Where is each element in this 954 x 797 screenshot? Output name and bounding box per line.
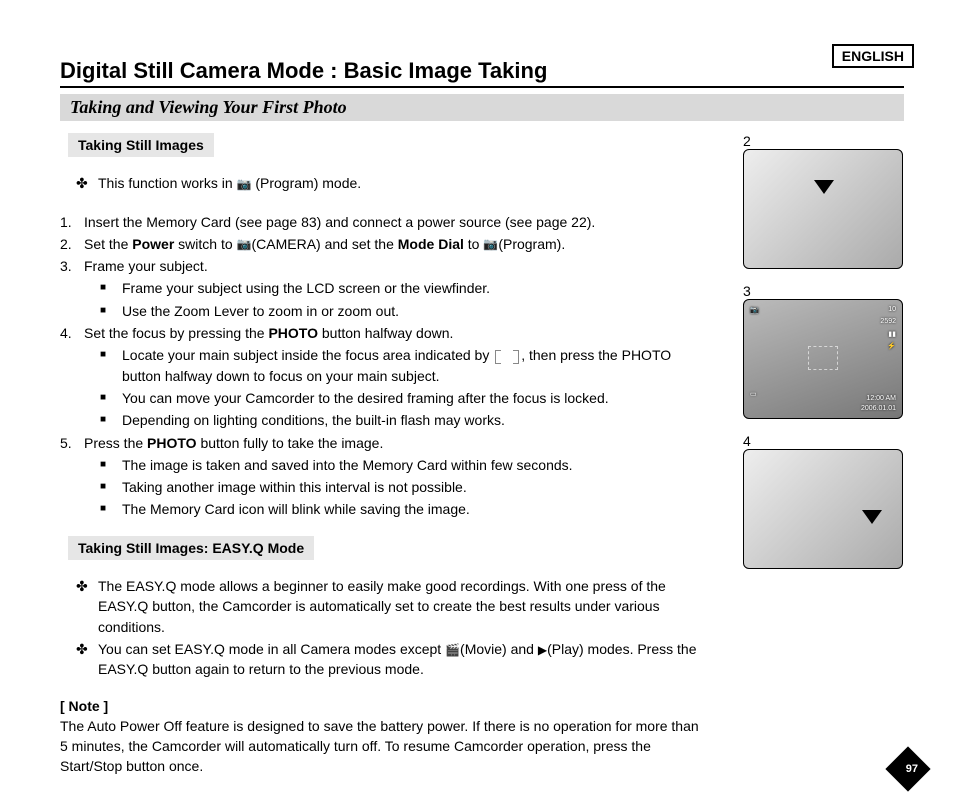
step-4-sub2: You can move your Camcorder to the desir… <box>122 388 709 408</box>
step-2-text: Set the Power switch to 📷(CAMERA) and se… <box>84 234 709 254</box>
step-3-sub1: Frame your subject using the LCD screen … <box>122 278 709 298</box>
note-heading: [ Note ] <box>60 696 709 716</box>
body-text-column: Taking Still Images ✤ This function work… <box>60 133 709 777</box>
movie-icon: 🎬 <box>445 642 460 659</box>
page-title: Digital Still Camera Mode : Basic Image … <box>60 58 904 84</box>
square-bullet-icon: ■ <box>100 499 122 519</box>
language-label: ENGLISH <box>832 44 914 68</box>
note-body: The Auto Power Off feature is designed t… <box>60 716 709 777</box>
figure-2-camera-top <box>743 149 903 269</box>
step-number: 1. <box>60 212 84 232</box>
easyq-text-1: The EASY.Q mode allows a beginner to eas… <box>98 576 709 637</box>
figure-callout-4: 4 <box>743 433 904 449</box>
step-5-text: Press the PHOTO button fully to take the… <box>84 433 709 453</box>
easyq-text-2: You can set EASY.Q mode in all Camera mo… <box>98 639 709 680</box>
camera-icon: 📷 <box>237 176 252 193</box>
play-icon: ▶ <box>538 642 547 659</box>
osd-date: 2006.01.01 <box>861 405 896 412</box>
osd-battery-icon: ▮▮ <box>888 330 896 338</box>
square-bullet-icon: ■ <box>100 345 122 386</box>
diamond-bullet-icon: ✤ <box>76 173 98 193</box>
osd-shots-remaining: 10 <box>888 306 896 313</box>
step-4-sub1: Locate your main subject inside the focu… <box>122 345 709 386</box>
osd-card-icon: ▭ <box>750 390 757 398</box>
step-3-sub2: Use the Zoom Lever to zoom in or zoom ou… <box>122 301 709 321</box>
osd-flash-icon: ⚡ <box>887 342 896 350</box>
diamond-bullet-icon: ✤ <box>76 576 98 637</box>
osd-time: 12:00 AM <box>866 395 896 402</box>
section-label-2: Taking Still Images: EASY.Q Mode <box>68 536 314 560</box>
focus-bracket-icon <box>495 350 519 364</box>
osd-camera-icon: 📷 <box>750 306 759 314</box>
osd-resolution: 2592 <box>880 318 896 325</box>
section-label-1: Taking Still Images <box>68 133 214 157</box>
step-1-text: Insert the Memory Card (see page 83) and… <box>84 212 709 232</box>
camera-icon: 📷 <box>483 236 498 253</box>
intro-text: This function works in 📷 (Program) mode. <box>98 173 709 193</box>
arrow-down-icon <box>814 180 834 194</box>
arrow-down-icon <box>862 510 882 524</box>
step-3-text: Frame your subject. <box>84 256 709 276</box>
square-bullet-icon: ■ <box>100 278 122 298</box>
step-5-sub3: The Memory Card icon will blink while sa… <box>122 499 709 519</box>
step-4-sub3: Depending on lighting conditions, the bu… <box>122 410 709 430</box>
figure-callout-3: 3 <box>743 283 904 299</box>
step-number: 3. <box>60 256 84 276</box>
step-number: 4. <box>60 323 84 343</box>
focus-area-indicator <box>808 346 838 370</box>
camera-icon: 📷 <box>237 236 252 253</box>
subtitle-bar: Taking and Viewing Your First Photo <box>60 94 904 121</box>
figures-column: 2 3 📷 10 2592 ▮▮ ⚡ ▭ 12:00 AM 2006.01.01 <box>729 133 904 777</box>
step-5-sub2: Taking another image within this interva… <box>122 477 709 497</box>
page-number: 97 <box>906 763 918 775</box>
diamond-bullet-icon: ✤ <box>76 639 98 680</box>
figure-3-lcd-preview: 📷 10 2592 ▮▮ ⚡ ▭ 12:00 AM 2006.01.01 <box>743 299 903 419</box>
square-bullet-icon: ■ <box>100 388 122 408</box>
figure-4-camera-top <box>743 449 903 569</box>
square-bullet-icon: ■ <box>100 477 122 497</box>
title-rule <box>60 86 904 88</box>
step-5-sub1: The image is taken and saved into the Me… <box>122 455 709 475</box>
figure-callout-2: 2 <box>743 133 904 149</box>
square-bullet-icon: ■ <box>100 301 122 321</box>
square-bullet-icon: ■ <box>100 410 122 430</box>
step-number: 2. <box>60 234 84 254</box>
step-4-text: Set the focus by pressing the PHOTO butt… <box>84 323 709 343</box>
square-bullet-icon: ■ <box>100 455 122 475</box>
step-number: 5. <box>60 433 84 453</box>
